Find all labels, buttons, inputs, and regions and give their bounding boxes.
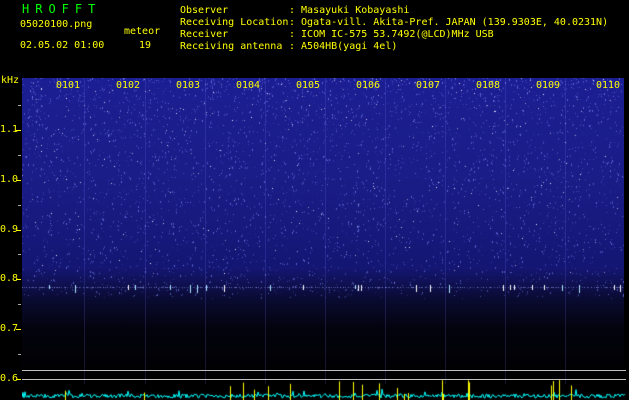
plot-separator-line <box>22 370 626 371</box>
freq-tick-mark <box>16 379 21 380</box>
freq-minor-tick <box>18 205 21 206</box>
freq-minor-tick <box>18 105 21 106</box>
freq-tick-mark <box>16 130 21 131</box>
meteor-label: meteor <box>124 26 161 37</box>
observer-value: : Masayuki Kobayashi <box>289 5 410 16</box>
filename: 05020100.png <box>20 19 93 30</box>
datetime: 02.05.02 01:00 <box>20 40 105 51</box>
minute-gridline <box>445 78 446 384</box>
spectrogram-noise <box>22 78 624 384</box>
freq-tick-mark <box>16 180 21 181</box>
minute-gridline <box>505 78 506 384</box>
minute-gridline <box>205 78 206 384</box>
minute-gridline <box>84 78 85 384</box>
spectrogram <box>22 78 624 384</box>
freq-minor-tick <box>18 254 21 255</box>
antenna-label: Receiving antenna <box>180 41 283 52</box>
minute-gridline <box>325 78 326 384</box>
minute-gridline <box>265 78 266 384</box>
freq-unit-label: kHz <box>1 75 20 86</box>
antenna-value: : A504HB(yagi 4el) <box>289 41 398 52</box>
hrofft-window: HROFFT 05020100.png 02.05.02 01:00 meteo… <box>0 0 629 400</box>
time-label-0108: 0108 <box>476 80 501 91</box>
freq-minor-tick <box>18 354 21 355</box>
freq-tick-mark <box>16 230 21 231</box>
time-label-0102: 0102 <box>116 80 141 91</box>
time-label-0109: 0109 <box>536 80 561 91</box>
freq-minor-tick <box>18 304 21 305</box>
time-label-0106: 0106 <box>356 80 381 91</box>
minute-gridline <box>145 78 146 384</box>
time-label-0110: 0110 <box>596 80 621 91</box>
receiver-label: Receiver <box>180 29 229 40</box>
meteor-count: 19 <box>139 40 152 51</box>
receiver-value: : ICOM IC-575 53.7492(@LCD)MHz USB <box>289 29 494 40</box>
location-label: Receiving Location <box>180 17 289 28</box>
freq-tick-mark <box>16 279 21 280</box>
minute-gridline <box>565 78 566 384</box>
app-logo: HROFFT <box>22 2 102 16</box>
time-label-0101: 0101 <box>56 80 81 91</box>
echo-intensity-plot <box>22 372 626 400</box>
time-label-0105: 0105 <box>296 80 321 91</box>
time-label-0107: 0107 <box>416 80 441 91</box>
minute-gridline <box>385 78 386 384</box>
observer-label: Observer <box>180 5 229 16</box>
freq-tick-mark <box>16 329 21 330</box>
freq-minor-tick <box>18 155 21 156</box>
location-value: : Ogata-vill. Akita-Pref. JAPAN (139.930… <box>289 17 609 28</box>
time-label-0103: 0103 <box>176 80 201 91</box>
time-label-0104: 0104 <box>236 80 261 91</box>
